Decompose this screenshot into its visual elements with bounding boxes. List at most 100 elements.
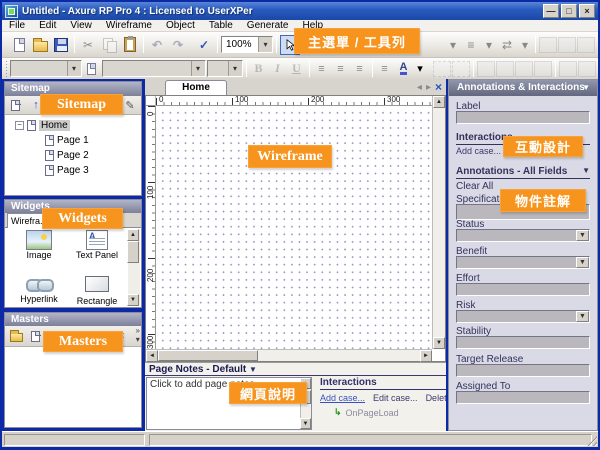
underline-button[interactable]: U [292,61,301,76]
close-button[interactable]: × [579,4,595,18]
inspector-header[interactable]: Annotations & Interactions [449,80,597,96]
annotations-section-title[interactable]: Annotations - All Fields ▼ [456,166,590,179]
ungroup-button[interactable] [452,61,470,77]
font-dropdown-icon[interactable]: ▾ [191,61,205,76]
edit-style-button[interactable] [83,60,101,78]
status-select[interactable]: ▼ [456,229,590,242]
zoom-combobox[interactable]: 100% ▾ [221,36,273,53]
menu-edit[interactable]: Edit [32,20,63,32]
tree-node-page2[interactable]: Page 2 [45,148,89,162]
align-center-button[interactable]: ≡ [332,60,350,78]
style-dropdown-icon[interactable]: ▾ [67,61,81,76]
align-shape-button[interactable] [577,37,595,53]
select-dropdown-icon[interactable]: ▼ [576,257,589,268]
tab-close-icon[interactable]: × [435,80,442,94]
menu-file[interactable]: File [2,20,32,32]
tree-node-label[interactable]: Page 3 [57,165,89,176]
bring-front-button[interactable] [477,61,495,77]
canvas-vertical-scrollbar[interactable]: ▲ ▼ [432,96,445,349]
masters-list[interactable] [5,347,141,427]
maximize-button[interactable]: □ [561,4,577,18]
cut-button[interactable]: ✂ [78,35,98,55]
fontsize-dropdown-icon[interactable]: ▾ [228,61,242,76]
tree-node-label[interactable]: Home [39,120,70,131]
tab-home[interactable]: Home [165,80,227,95]
open-master-button[interactable] [8,328,24,344]
minimize-button[interactable]: — [543,4,559,18]
save-button[interactable] [51,35,71,55]
tab-scroll-left-icon[interactable]: ◂ [417,82,422,93]
widgets-scrollbar[interactable]: ▲ ▼ [128,229,140,306]
canvas-horizontal-scrollbar[interactable]: ◄ ► [146,349,432,361]
tree-node-page1[interactable]: Page 1 [45,133,89,147]
font-color-button[interactable]: A [395,60,413,78]
inspector-dropdown-icon[interactable]: ▼ [582,80,590,96]
menu-wireframe[interactable]: Wireframe [99,20,159,32]
select-dropdown-icon[interactable]: ▼ [576,311,589,322]
edit-case-link[interactable]: Edit case... [373,393,418,403]
toolbar-grip[interactable] [6,61,7,77]
widget-hyperlink[interactable]: Hyperlink [13,274,65,304]
new-button[interactable] [9,35,29,55]
open-button[interactable] [30,35,50,55]
bullet-list-button[interactable]: ≡ [376,60,394,78]
tab-scroll-right-icon[interactable]: ▸ [426,82,431,93]
notes-dropdown-icon[interactable]: ▼ [249,365,257,374]
tree-node-home[interactable]: − Home [15,118,70,132]
align-left-button[interactable]: ≡ [313,60,331,78]
spacing-button[interactable]: ⇄ [497,35,517,55]
stability-input[interactable] [456,336,590,349]
align-right-button[interactable]: ≡ [351,60,369,78]
redo-button[interactable]: ↷ [168,35,188,55]
scroll-down-icon[interactable]: ▼ [300,418,311,429]
rename-page-button[interactable]: ✎ [122,97,138,113]
add-page-button[interactable]: + [8,97,24,113]
select-dropdown-icon[interactable]: ▼ [576,230,589,241]
scroll-right-icon[interactable]: ► [420,350,432,362]
send-backward-button[interactable] [534,61,552,77]
clear-all-link[interactable]: Clear All [456,181,493,192]
menu-object[interactable]: Object [159,20,202,32]
wireframe-canvas[interactable] [156,106,432,349]
benefit-select[interactable]: ▼ [456,256,590,269]
font-combobox[interactable]: ▾ [102,60,206,77]
assigned-to-input[interactable] [456,391,590,404]
annotations-dropdown-icon[interactable]: ▼ [582,166,590,175]
zoom-dropdown-icon[interactable]: ▾ [258,37,272,52]
widget-rectangle[interactable]: Rectangle [67,274,127,306]
rotate-left-button[interactable] [559,61,577,77]
delete-case-link[interactable]: Delete ca... [426,393,446,403]
scroll-down-icon[interactable]: ▼ [433,337,445,349]
spellcheck-button[interactable]: ✓ [194,35,214,55]
font-color-dropdown[interactable]: ▾ [414,60,427,78]
rotate-right-button[interactable] [578,61,596,77]
bold-button[interactable]: B [254,61,262,76]
widget-image[interactable]: Image [13,230,65,260]
paste-button[interactable] [120,35,140,55]
onpageload-event[interactable]: ↳ OnPageLoad [334,407,446,418]
toolbar-overflow-chevron[interactable]: » ▾ [136,326,140,344]
risk-select[interactable]: ▼ [456,310,590,323]
target-release-input[interactable] [456,364,590,377]
menu-table[interactable]: Table [202,20,240,32]
scroll-left-icon[interactable]: ◄ [146,350,158,362]
scroll-thumb[interactable] [158,350,258,361]
toolbar-grip[interactable] [430,61,431,77]
spacing-dropdown[interactable]: ▾ [518,35,532,55]
undo-button[interactable]: ↶ [147,35,167,55]
collapse-icon[interactable]: − [15,121,24,130]
add-case-link[interactable]: Add case... [456,146,501,156]
bring-forward-button[interactable] [515,61,533,77]
menu-generate[interactable]: Generate [240,20,296,32]
widget-text-panel[interactable]: Text Panel [67,230,127,260]
italic-button[interactable]: I [275,61,280,76]
scroll-up-icon[interactable]: ▲ [127,229,139,241]
scroll-up-icon[interactable]: ▲ [433,96,445,108]
align-shape-button[interactable] [558,37,576,53]
tree-node-page3[interactable]: Page 3 [45,163,89,177]
tree-node-label[interactable]: Page 1 [57,135,89,146]
page-notes-header[interactable]: Page Notes - Default ▼ [145,363,446,376]
add-master-button[interactable]: + [28,328,44,344]
fontsize-combobox[interactable]: ▾ [207,60,243,77]
style-combobox[interactable]: ▾ [10,60,82,77]
